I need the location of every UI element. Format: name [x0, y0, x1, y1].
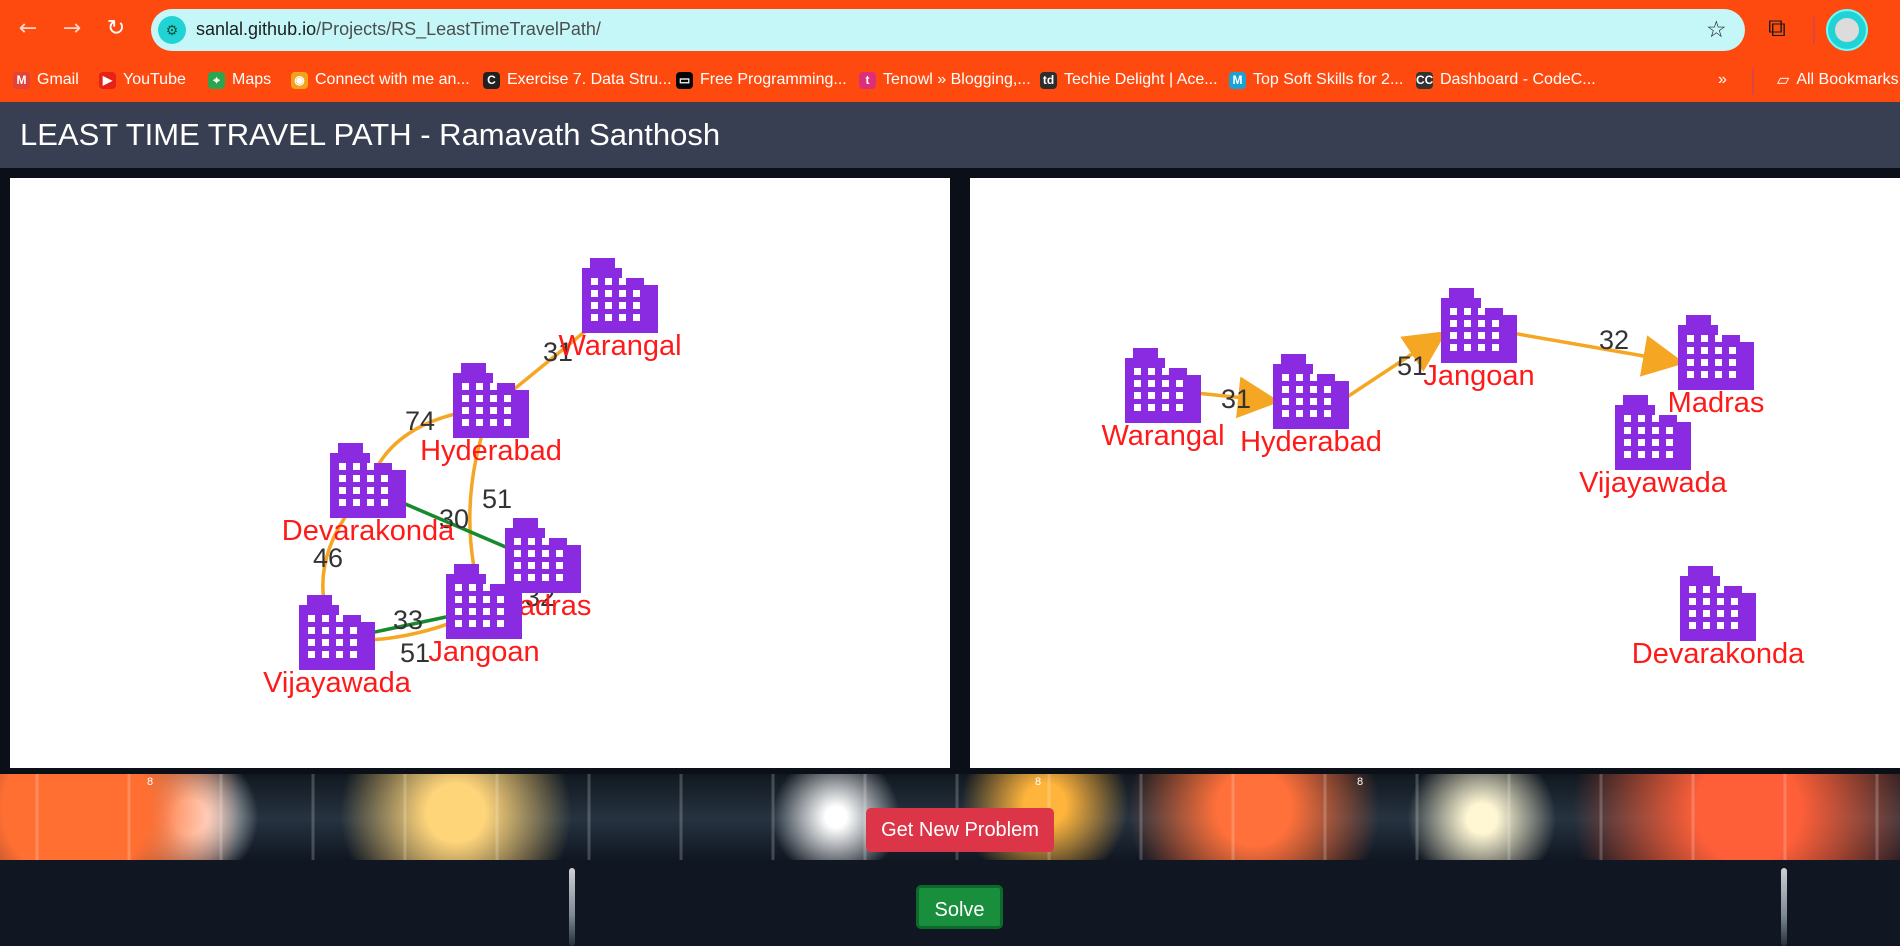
maps-icon: ⌖	[208, 71, 225, 89]
forward-icon[interactable]: →	[58, 15, 86, 43]
reload-icon[interactable]: ↻	[102, 15, 130, 43]
bookmark-label: Maps	[232, 71, 272, 88]
profile-avatar[interactable]	[1826, 9, 1868, 51]
city-label: Jangoan	[428, 636, 539, 668]
background-number: 8	[1357, 776, 1364, 788]
solution-path-panel: 31 51 32 Warangal Hyderabad Jangoan Madras Vija…	[970, 178, 1900, 768]
bookmark-label: Free Programming...	[700, 71, 847, 88]
city-building-icon: Devarakonda	[1632, 566, 1805, 670]
city-label: Hyderabad	[1240, 426, 1382, 458]
bookmark-item[interactable]: t Tenowl » Blogging,...	[859, 66, 1031, 94]
bookmark-label: Connect with me an...	[315, 71, 470, 88]
edge-weight-label: 32	[1599, 325, 1629, 355]
city-building-icon: Hyderabad	[1240, 354, 1382, 458]
bookmark-item[interactable]: ◉ Connect with me an...	[291, 66, 470, 94]
toolbar-divider	[1813, 17, 1815, 44]
background-number: 8	[147, 776, 154, 788]
city-label: Vijayawada	[263, 667, 412, 699]
bookmark-item[interactable]: ⌖ Maps	[208, 66, 271, 94]
bookmark-item[interactable]: ▶ YouTube	[99, 66, 186, 94]
c-icon: C	[483, 71, 500, 89]
medium-icon: M	[1229, 71, 1246, 89]
youtube-icon: ▶	[99, 71, 116, 89]
city-building-icon: Hyderabad	[420, 363, 562, 467]
bookmarks-divider	[1752, 68, 1754, 95]
solution-graph: 315132Warangal HyderabadJangoanMadrasVija…	[1101, 288, 1805, 670]
problem-graph-panel: 31 74 51 30 46 33 51 32 Warangal Hyderabad Devarak…	[10, 178, 950, 768]
page-title: LEAST TIME TRAVEL PATH - Ramavath Santho…	[20, 117, 721, 152]
edge-weight-label: 51	[482, 484, 512, 514]
more-bookmarks-icon[interactable]: »	[1718, 66, 1727, 94]
runway-pole-right	[1781, 868, 1787, 946]
tenowl-icon: t	[859, 71, 876, 89]
edge-weight-label: 74	[405, 406, 435, 436]
extensions-icon[interactable]: ⧉	[1768, 14, 1786, 43]
city-label: Warangal	[558, 330, 681, 362]
background-number: 8	[1035, 776, 1042, 788]
bookmark-label: Exercise 7. Data Stru...	[507, 71, 672, 88]
city-label: Jangoan	[1423, 360, 1534, 392]
codechef-icon: CC	[1416, 71, 1434, 89]
bookmark-item[interactable]: CC Dashboard - CodeC...	[1416, 66, 1596, 94]
bookmark-label: Top Soft Skills for 2...	[1253, 71, 1404, 88]
bookmark-label: Gmail	[37, 71, 79, 88]
td-icon: td	[1040, 71, 1057, 89]
edge-weight-label: 46	[313, 543, 343, 573]
link-icon: ◉	[291, 71, 308, 89]
bookmark-item[interactable]: M Top Soft Skills for 2...	[1229, 66, 1403, 94]
city-building-icon: Madras	[1668, 315, 1765, 419]
edge-weight-label: 31	[1221, 384, 1251, 414]
city-building-icon: Vijayawada	[263, 595, 412, 699]
city-label: Vijayawada	[1579, 467, 1728, 499]
bookmark-label: YouTube	[123, 71, 186, 88]
site-settings-icon[interactable]: ⚙	[158, 16, 186, 44]
bookmark-item[interactable]: ▭ Free Programming...	[676, 66, 847, 94]
solve-button[interactable]: Solve	[916, 885, 1003, 929]
route-edge	[1511, 331, 1685, 377]
city-label: Madras	[1668, 387, 1765, 419]
all-bookmarks-button[interactable]: ▱ All Bookmarks	[1777, 66, 1899, 94]
city-label: Devarakonda	[282, 515, 455, 547]
edge-weight-label: 51	[400, 638, 430, 668]
back-icon[interactable]: ←	[14, 15, 42, 43]
city-building-icon: Warangal	[1101, 348, 1225, 452]
edge-weight-label: 33	[393, 605, 423, 635]
city-label: Warangal	[1101, 420, 1224, 452]
city-label: Hyderabad	[420, 435, 562, 467]
get-new-problem-button[interactable]: Get New Problem	[866, 808, 1054, 852]
bookmark-item[interactable]: M Gmail	[13, 66, 79, 94]
url-text[interactable]: sanlal.github.io/Projects/RS_LeastTimeTr…	[196, 19, 601, 40]
bookmark-label: Dashboard - CodeC...	[1440, 71, 1596, 88]
bookmark-star-icon[interactable]: ☆	[1706, 16, 1727, 43]
folder-icon: ▱	[1777, 72, 1790, 89]
runway-pole-left	[569, 868, 575, 946]
bookmark-item[interactable]: C Exercise 7. Data Stru...	[483, 66, 672, 94]
gmail-icon: M	[13, 71, 30, 89]
bookmark-label: Techie Delight | Ace...	[1064, 71, 1218, 88]
all-bookmarks-label: All Bookmarks	[1796, 71, 1899, 88]
city-label: Devarakonda	[1632, 638, 1805, 670]
city-building-icon: Warangal	[558, 258, 682, 362]
bookmark-label: Tenowl » Blogging,...	[883, 71, 1031, 88]
book-icon: ▭	[676, 71, 693, 89]
problem-graph: 3174513046335132WarangalHyderabadDevarak…	[263, 258, 682, 699]
city-building-icon: Jangoan	[1423, 288, 1535, 392]
bookmark-item[interactable]: td Techie Delight | Ace...	[1040, 66, 1218, 94]
